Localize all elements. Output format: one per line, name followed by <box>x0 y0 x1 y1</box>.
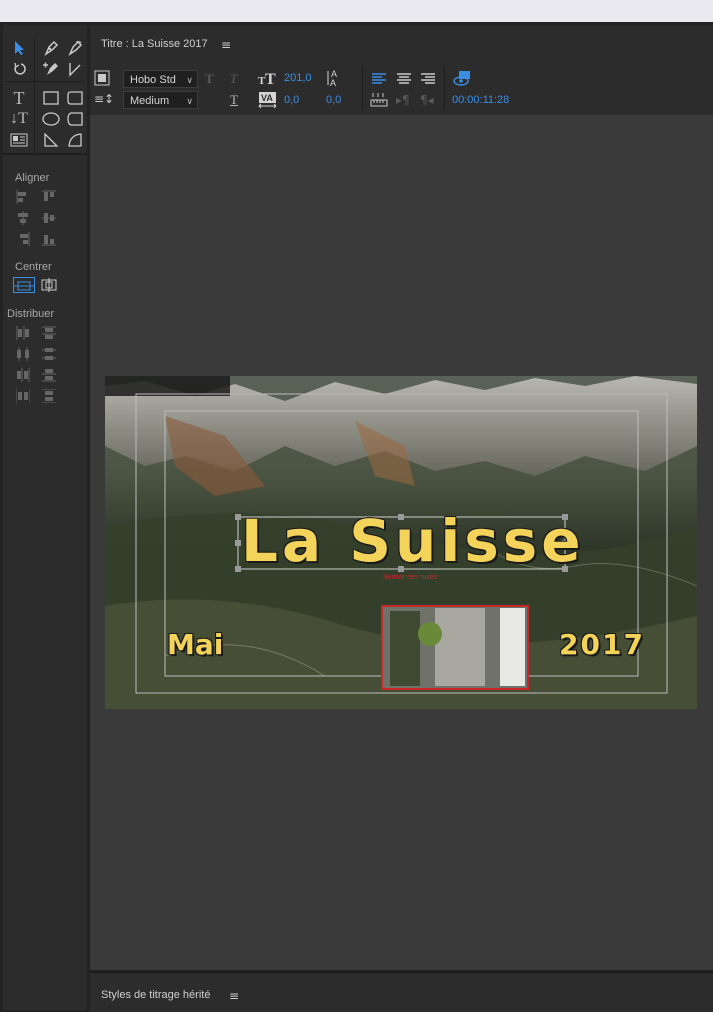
align-left-icon[interactable] <box>16 190 30 204</box>
italic-icon[interactable]: T <box>230 71 237 87</box>
timecode-value[interactable]: 00:00:11:28 <box>452 94 509 106</box>
svg-text:VA: VA <box>261 93 273 103</box>
center-vertical-button[interactable] <box>13 277 35 293</box>
title-canvas[interactable]: La Suisse Sentier des ruses Mai 2017 <box>105 376 697 709</box>
month-text[interactable]: Mai <box>167 628 223 661</box>
align-right-icon[interactable] <box>16 232 30 246</box>
type-tool-icon[interactable]: T <box>8 88 30 108</box>
area-type-tool-icon[interactable] <box>8 131 30 149</box>
arc-tool-icon[interactable] <box>64 131 86 149</box>
year-text[interactable]: 2017 <box>559 628 645 661</box>
font-family-value: Hobo Std <box>130 74 176 86</box>
leading-icon: AA <box>326 69 344 91</box>
font-size-icon: TT <box>258 70 278 90</box>
ellipse-tool-icon[interactable] <box>40 110 62 128</box>
chevron-down-icon: ∨ <box>186 75 193 85</box>
align-top-icon[interactable] <box>42 190 56 204</box>
kerning-value[interactable]: 0,0 <box>284 94 299 106</box>
selection-tool-icon[interactable] <box>9 39 31 57</box>
kerning-icon: VA <box>258 91 278 113</box>
distribute-top-icon[interactable] <box>42 326 56 340</box>
window-titlebar <box>0 0 713 23</box>
align-text-right-icon[interactable] <box>420 71 436 90</box>
distribute-horizontal-even-icon[interactable] <box>16 389 30 403</box>
align-text-left-icon[interactable] <box>371 71 387 90</box>
center-section-label: Centrer <box>15 261 52 273</box>
font-style-value: Medium <box>130 95 170 107</box>
align-text-center-icon[interactable] <box>396 71 412 90</box>
center-horizontal-button[interactable] <box>39 277 61 293</box>
align-vertical-center-icon[interactable] <box>42 211 56 225</box>
font-size-value[interactable]: 201,0 <box>284 72 312 84</box>
styles-panel-title: Styles de titrage hérité <box>101 989 211 1001</box>
tab-stops-icon[interactable]: ≡↕ <box>94 92 114 106</box>
toolbar-divider <box>444 66 445 110</box>
main-title-text[interactable]: La Suisse <box>241 506 585 576</box>
convert-anchor-tool-icon[interactable] <box>64 39 86 57</box>
leading-value[interactable]: 0,0 <box>326 94 341 106</box>
distribute-vertical-even-icon[interactable] <box>42 389 56 403</box>
small-caption-text[interactable]: Sentier des ruses <box>383 574 437 581</box>
styles-panel-menu-icon[interactable]: ≡ <box>229 989 239 1003</box>
underline-icon[interactable]: T <box>230 92 238 108</box>
show-background-video-icon[interactable] <box>453 70 471 90</box>
bold-icon[interactable]: T <box>205 71 214 87</box>
distribute-bottom-icon[interactable] <box>42 368 56 382</box>
distribute-right-icon[interactable] <box>16 368 30 382</box>
templates-icon[interactable] <box>94 70 110 90</box>
rounded-rectangle-tool-icon[interactable] <box>64 89 86 107</box>
distribute-section-label: Distribuer <box>7 308 55 320</box>
tools-panel: T ↓T Aligner Centrer Distribuer <box>3 25 87 1010</box>
distribute-left-icon[interactable] <box>16 326 30 340</box>
panel-menu-icon[interactable]: ≡ <box>221 38 231 52</box>
panel-title: Titre : La Suisse 2017 <box>101 38 208 50</box>
rectangle-tool-icon[interactable] <box>40 89 62 107</box>
distribute-vertical-center-icon[interactable] <box>42 347 56 361</box>
chevron-down-icon: ∨ <box>186 96 193 106</box>
tab-stops-ruler-icon[interactable] <box>370 92 388 112</box>
clipped-corner-tool-icon[interactable] <box>64 110 86 128</box>
align-horizontal-center-icon[interactable] <box>16 211 30 225</box>
font-family-dropdown[interactable]: Hobo Std ∨ <box>123 70 198 88</box>
paragraph-right-icon[interactable]: ▸¶ <box>396 93 410 107</box>
add-anchor-tool-icon[interactable] <box>40 60 62 78</box>
wedge-tool-icon[interactable] <box>40 131 62 149</box>
align-section-label: Aligner <box>15 172 50 184</box>
toolbar-divider <box>362 66 363 110</box>
paragraph-left-icon[interactable]: ¶◂ <box>420 93 434 107</box>
svg-text:T: T <box>265 71 276 86</box>
pen-tool-icon[interactable] <box>40 39 62 57</box>
font-style-dropdown[interactable]: Medium ∨ <box>123 91 198 109</box>
delete-anchor-tool-icon[interactable] <box>64 60 86 78</box>
svg-text:A: A <box>330 78 336 87</box>
tools-divider <box>3 153 87 155</box>
align-bottom-icon[interactable] <box>42 232 56 246</box>
distribute-horizontal-center-icon[interactable] <box>16 347 30 361</box>
rotation-tool-icon[interactable] <box>9 60 31 78</box>
vertical-type-tool-icon[interactable]: ↓T <box>8 110 30 128</box>
